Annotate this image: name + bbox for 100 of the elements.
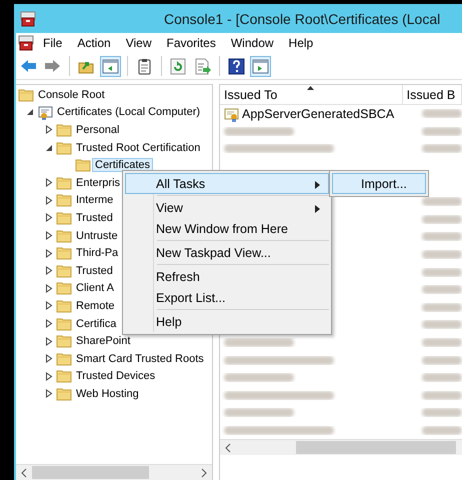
redacted-text (224, 408, 294, 418)
menu-item[interactable]: Action (71, 35, 117, 51)
tree-item[interactable]: Certifica (76, 318, 116, 330)
redacted-text (422, 356, 462, 365)
tree-item[interactable]: Interme (76, 194, 114, 206)
redacted-text (422, 109, 462, 118)
expand-arrow-icon[interactable] (45, 372, 53, 381)
expand-arrow-icon[interactable] (45, 213, 53, 222)
redacted-text (422, 320, 462, 330)
expand-arrow-icon[interactable] (45, 389, 53, 398)
redacted-text (422, 197, 462, 206)
redacted-text (422, 214, 462, 224)
console-tree-button[interactable] (100, 56, 121, 76)
redacted-text (224, 126, 294, 136)
folder-icon (56, 298, 72, 314)
folder-icon (56, 316, 72, 332)
menu-item[interactable]: View (125, 197, 329, 218)
tree-item[interactable]: SharePoint (76, 335, 130, 348)
folder-icon (18, 86, 34, 103)
forward-arrow-icon (44, 58, 61, 74)
console-icon (18, 35, 34, 51)
expand-arrow-icon[interactable] (45, 266, 53, 276)
scroll-left-icon (225, 442, 231, 453)
expand-arrow-icon[interactable] (45, 125, 53, 134)
collapse-arrow-icon[interactable] (45, 144, 53, 152)
tree-item[interactable]: Remote (76, 300, 115, 312)
expand-arrow-icon[interactable] (45, 336, 53, 346)
certificate-icon (224, 106, 240, 122)
redacted-text (422, 338, 462, 348)
folder-icon (56, 122, 72, 138)
menu-item[interactable]: Help (125, 311, 329, 332)
column-header[interactable]: Issued B (402, 85, 462, 104)
scroll-right-icon (201, 468, 207, 478)
tree-item[interactable]: Web Hosting (76, 388, 139, 400)
redacted-text (422, 373, 462, 382)
clipboard-icon (136, 58, 153, 74)
back-arrow-icon (20, 58, 37, 74)
tree-item[interactable]: Personal (76, 124, 120, 136)
refresh-icon (170, 58, 187, 74)
action-pane-icon (252, 58, 269, 74)
tree-item[interactable]: Certificates (93, 159, 152, 172)
sort-arrow-icon (306, 86, 314, 90)
folder-icon (75, 157, 91, 174)
menu-item[interactable]: Help (282, 35, 320, 51)
tree-item[interactable]: Trusted Devices (76, 370, 156, 382)
menu-item[interactable]: New Window from Here (125, 218, 329, 239)
redacted-text (422, 302, 462, 312)
redacted-text (422, 408, 462, 418)
folder-icon (56, 174, 72, 191)
expand-arrow-icon[interactable] (45, 301, 53, 310)
folder-icon (56, 140, 72, 156)
action-pane-button[interactable] (250, 56, 271, 76)
redacted-text (422, 390, 462, 400)
tree-item[interactable]: Certificates (Local Computer) (57, 106, 200, 118)
redacted-text (422, 232, 462, 242)
menu-item[interactable]: File (37, 35, 68, 51)
menu-item[interactable]: Import... (332, 173, 426, 194)
folder-icon (56, 262, 72, 279)
horizontal-scrollbar[interactable] (220, 439, 462, 456)
folder-icon (56, 386, 72, 402)
scroll-left-icon (21, 468, 27, 478)
menu-item[interactable]: View (120, 35, 158, 51)
help-icon (228, 58, 245, 74)
horizontal-scrollbar[interactable] (16, 464, 212, 480)
redacted-text (224, 373, 294, 382)
tree-item[interactable]: Trusted Root Certification (76, 142, 200, 154)
tree-item[interactable]: Trusted (76, 264, 113, 277)
folder-icon (56, 192, 72, 208)
folder-icon (56, 245, 72, 262)
tree-item[interactable]: Client A (76, 282, 114, 294)
certificate-icon (37, 104, 53, 120)
folder-icon (56, 333, 72, 350)
menu-item[interactable]: Export List... (125, 287, 329, 308)
tree-item[interactable]: Console Root (38, 88, 105, 101)
menu-item[interactable]: New Taskpad View... (125, 242, 329, 263)
tree-item[interactable]: Third-Pa (76, 247, 118, 260)
expand-arrow-icon[interactable] (45, 178, 53, 188)
tree-item[interactable]: Untruste (76, 230, 118, 242)
redacted-text (422, 144, 462, 154)
menu-item[interactable]: Window (224, 35, 280, 51)
expand-arrow-icon[interactable] (45, 319, 53, 328)
menu-item[interactable]: Favorites (160, 35, 222, 51)
expand-arrow-icon[interactable] (45, 196, 53, 205)
folder-icon (56, 280, 72, 296)
expand-arrow-icon[interactable] (45, 284, 53, 293)
expand-arrow-icon[interactable] (45, 354, 53, 364)
column-header[interactable]: Issued To (220, 85, 403, 104)
tree-item[interactable]: Trusted (76, 212, 113, 224)
menu-item[interactable]: All Tasks (125, 173, 329, 194)
help-button[interactable] (226, 56, 247, 76)
expand-arrow-icon[interactable] (45, 231, 53, 240)
menu-item[interactable]: Refresh (125, 266, 329, 287)
folder-icon (56, 228, 72, 244)
expand-arrow-icon[interactable] (45, 248, 53, 258)
folder-icon (56, 350, 72, 367)
console-icon (20, 10, 36, 26)
redacted-text (422, 268, 462, 277)
tree-item[interactable]: Smart Card Trusted Roots (76, 352, 204, 365)
tree-item[interactable]: Enterpris (76, 176, 120, 189)
collapse-arrow-icon[interactable] (26, 108, 34, 116)
